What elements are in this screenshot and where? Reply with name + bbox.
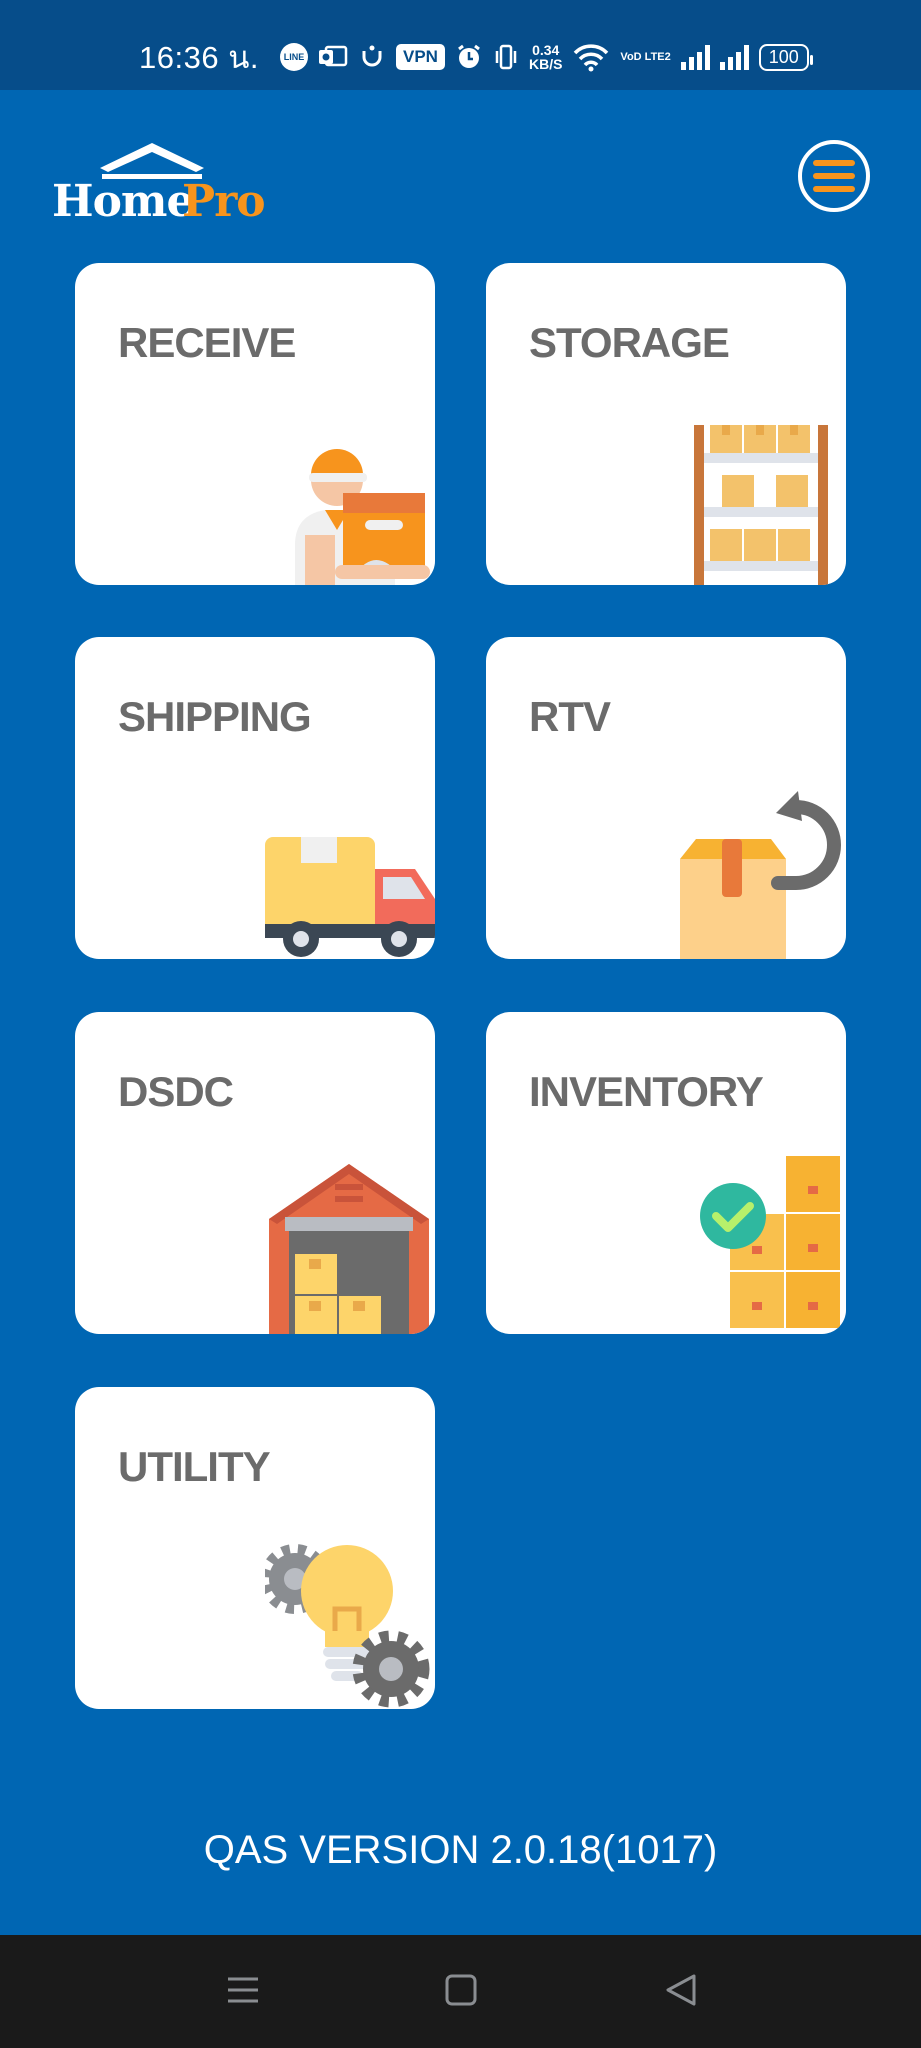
tile-dsdc[interactable]: DSDC xyxy=(75,1012,435,1334)
menu-line xyxy=(813,160,855,166)
tile-label: STORAGE xyxy=(529,319,730,366)
tile-label: RECEIVE xyxy=(118,319,296,366)
logo-roof-icon: Home Pro xyxy=(52,143,266,227)
status-icons: LINE VPN 0.34 KB/S VoD LTE2 100 xyxy=(280,42,813,72)
signal-icon xyxy=(680,44,710,70)
version-text: QAS VERSION 2.0.18(1017) xyxy=(203,1828,718,1872)
logo-pro-text: Pro xyxy=(182,176,265,227)
tile-label: DSDC xyxy=(118,1068,234,1115)
menu-line xyxy=(813,186,855,192)
status-time: 16:36 น. xyxy=(139,40,259,75)
tile-label: UTILITY xyxy=(118,1443,271,1490)
tile-utility[interactable]: UTILITY xyxy=(75,1387,435,1709)
hamburger-menu-icon[interactable] xyxy=(798,140,870,212)
storage-shelf-icon xyxy=(694,425,828,585)
truck-icon xyxy=(265,837,435,957)
return-box-icon xyxy=(680,791,841,959)
tile-receive[interactable]: RECEIVE xyxy=(75,263,435,585)
delivery-man-icon xyxy=(295,449,430,585)
signal-icon xyxy=(719,44,749,70)
outlook-icon xyxy=(318,44,348,70)
line-icon: LINE xyxy=(280,43,308,71)
volte-icon: VoD LTE2 xyxy=(620,51,671,63)
wifi-icon xyxy=(572,42,610,72)
logo-home-text: Home xyxy=(52,176,193,227)
system-nav-bar xyxy=(0,1935,921,2048)
tile-rtv[interactable]: RTV xyxy=(486,637,846,959)
vibrate-icon xyxy=(493,43,519,71)
home-icon[interactable] xyxy=(444,1973,478,2012)
recent-apps-icon[interactable] xyxy=(226,1973,260,2012)
alarm-icon xyxy=(455,43,483,71)
inventory-boxes-icon xyxy=(700,1156,840,1328)
warehouse-icon xyxy=(269,1164,429,1334)
speed-unit: KB/S xyxy=(528,56,563,72)
tile-label: SHIPPING xyxy=(118,693,312,740)
menu-line xyxy=(813,173,855,179)
lightbulb-gears-icon xyxy=(265,1544,430,1708)
vpn-icon: VPN xyxy=(396,44,445,70)
network-speed: 0.34 KB/S xyxy=(529,43,562,71)
tile-shipping[interactable]: SHIPPING xyxy=(75,637,435,959)
battery-icon: 100 xyxy=(758,43,813,71)
status-bar: 16:36 น. LINE VPN 0.34 KB/S VoD LTE2 100 xyxy=(0,0,921,90)
tile-inventory[interactable]: INVENTORY xyxy=(486,1012,846,1334)
homepro-logo: Home Pro xyxy=(52,138,302,228)
tile-storage[interactable]: STORAGE xyxy=(486,263,846,585)
tile-label: RTV xyxy=(529,693,611,740)
u-icon xyxy=(358,43,386,71)
tile-label: INVENTORY xyxy=(529,1068,764,1115)
gear-icon xyxy=(352,1630,430,1708)
back-icon[interactable] xyxy=(664,1973,698,2012)
